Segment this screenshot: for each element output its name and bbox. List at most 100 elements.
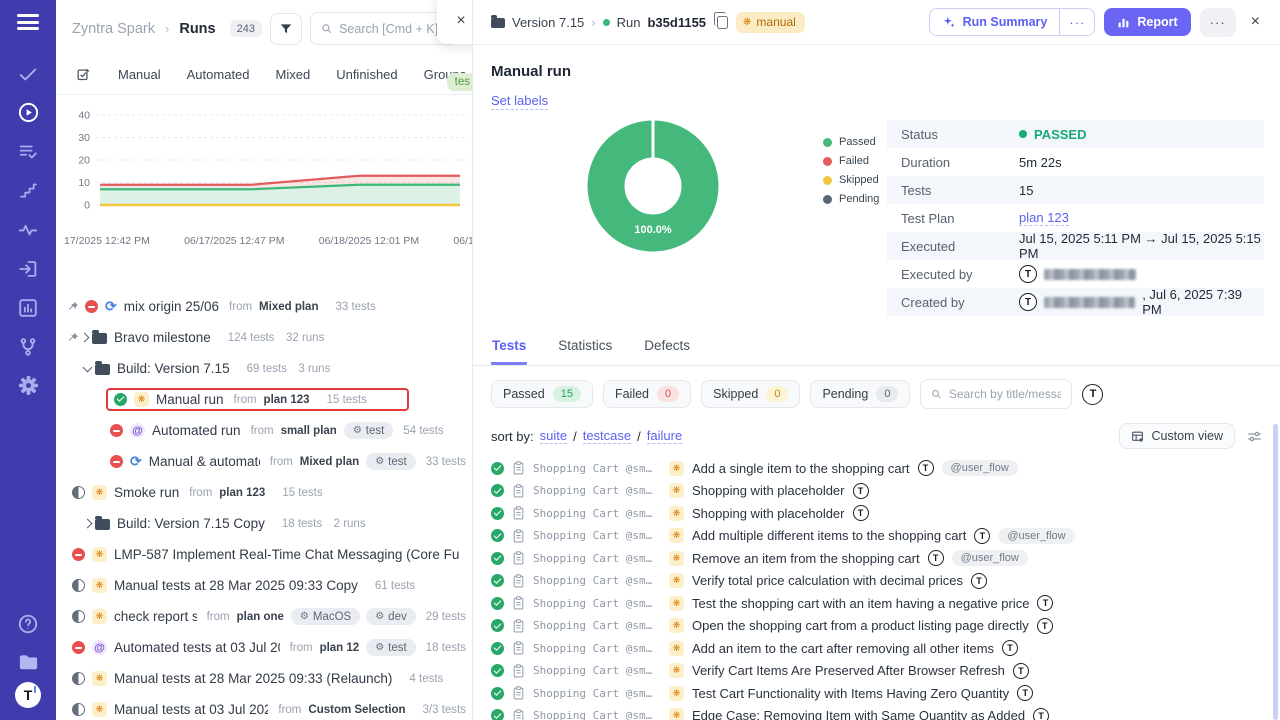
report-button[interactable]: Report bbox=[1104, 8, 1190, 36]
projects-folder-icon[interactable] bbox=[16, 651, 40, 675]
sort-testcase-link[interactable]: testcase bbox=[583, 428, 631, 444]
run-list-item[interactable]: Manual & automated run from Mixed plan t… bbox=[56, 446, 472, 477]
test-suite-name[interactable]: Shopping Cart @sm… bbox=[533, 552, 661, 565]
test-suite-name[interactable]: Shopping Cart @sm… bbox=[533, 574, 661, 587]
test-title[interactable]: Add a single item to the shopping cart bbox=[692, 461, 910, 476]
test-row[interactable]: Shopping Cart @sm… Shopping with placeho… bbox=[491, 502, 1262, 525]
run-list-item[interactable]: LMP-587 Implement Real-Time Chat Messagi… bbox=[56, 539, 472, 570]
run-plan-name[interactable]: plan 123 bbox=[219, 487, 265, 499]
plans-list-check-icon[interactable] bbox=[16, 140, 40, 164]
detail-tab[interactable]: Statistics bbox=[557, 332, 613, 365]
runs-tab[interactable]: Unfinished bbox=[323, 67, 410, 82]
sort-suite-link[interactable]: suite bbox=[540, 428, 567, 444]
assignee-avatar[interactable]: T bbox=[1082, 384, 1103, 405]
test-title[interactable]: Shopping with placeholder bbox=[692, 506, 845, 521]
detail-tab[interactable]: Defects bbox=[643, 332, 691, 365]
panel-close-button[interactable]: × bbox=[437, 0, 472, 44]
workspace-avatar[interactable]: T bbox=[15, 682, 41, 708]
run-list-item[interactable]: Manual run from plan 123 15 tests bbox=[56, 384, 472, 415]
run-list-item[interactable]: Automated tests at 03 Jul 2025 13:25 fro… bbox=[56, 632, 472, 663]
test-row[interactable]: Shopping Cart @sm… Test Cart Functionali… bbox=[491, 682, 1262, 705]
test-suite-name[interactable]: Shopping Cart @sm… bbox=[533, 687, 661, 700]
pulse-analytics-icon[interactable] bbox=[16, 218, 40, 242]
test-suite-name[interactable]: Shopping Cart @sm… bbox=[533, 709, 661, 720]
detail-tab[interactable]: Tests bbox=[491, 332, 527, 365]
settings-gear-icon[interactable] bbox=[16, 374, 40, 398]
test-title[interactable]: Add multiple different items to the shop… bbox=[692, 528, 966, 543]
branches-icon[interactable] bbox=[16, 335, 40, 359]
tests-search-input[interactable] bbox=[949, 387, 1062, 401]
sliders-icon[interactable] bbox=[1247, 430, 1262, 443]
run-list-item[interactable]: mix origin 25/06 from Mixed plan 33 test… bbox=[56, 291, 472, 322]
custom-view-button[interactable]: Custom view bbox=[1119, 423, 1235, 449]
test-title[interactable]: Add an item to the cart after removing a… bbox=[692, 641, 994, 656]
sort-failure-link[interactable]: failure bbox=[647, 428, 682, 444]
test-suite-name[interactable]: Shopping Cart @sm… bbox=[533, 619, 661, 632]
run-summary-button[interactable]: Run Summary bbox=[930, 9, 1060, 35]
tests-search[interactable] bbox=[920, 379, 1072, 409]
copy-run-id-icon[interactable] bbox=[717, 16, 728, 29]
run-list-item[interactable]: Smoke run from plan 123 15 tests bbox=[56, 477, 472, 508]
run-list-item[interactable]: Manual tests at 28 Mar 2025 09:33 Copy f… bbox=[56, 570, 472, 601]
run-folder-name[interactable]: Version 7.15 bbox=[512, 15, 584, 30]
test-title[interactable]: Remove an item from the shopping cart bbox=[692, 551, 920, 566]
help-icon[interactable] bbox=[16, 612, 40, 636]
hamburger-menu-icon[interactable] bbox=[17, 14, 39, 30]
test-row[interactable]: Shopping Cart @sm… Add a single item to … bbox=[491, 457, 1262, 480]
run-list-item[interactable]: Build: Version 7.15 Copy from 18 tests 2… bbox=[56, 508, 472, 539]
test-title[interactable]: Shopping with placeholder bbox=[692, 483, 845, 498]
run-summary-more-button[interactable]: ··· bbox=[1059, 9, 1094, 35]
test-title[interactable]: Open the shopping cart from a product li… bbox=[692, 618, 1029, 633]
test-suite-name[interactable]: Shopping Cart @sm… bbox=[533, 462, 661, 475]
run-plan-name[interactable]: small plan bbox=[281, 425, 337, 437]
run-plan-name[interactable]: Mixed plan bbox=[259, 301, 318, 313]
tag-filter-chip[interactable]: tes bbox=[447, 73, 472, 91]
test-suite-name[interactable]: Shopping Cart @sm… bbox=[533, 642, 661, 655]
run-list-item[interactable]: Build: Version 7.15 from 69 tests 3 runs bbox=[56, 353, 472, 384]
status-filter-chip[interactable]: Pending 0 bbox=[810, 380, 910, 408]
test-row[interactable]: Shopping Cart @sm… Add multiple differen… bbox=[491, 525, 1262, 548]
filter-button[interactable] bbox=[270, 13, 302, 45]
test-row[interactable]: Shopping Cart @sm… Add an item to the ca… bbox=[491, 637, 1262, 660]
test-row[interactable]: Shopping Cart @sm… Edge Case: Removing I… bbox=[491, 705, 1262, 720]
runs-play-icon[interactable] bbox=[16, 101, 40, 125]
test-row[interactable]: Shopping Cart @sm… Test the shopping car… bbox=[491, 592, 1262, 615]
run-list-item[interactable]: Manual tests at 03 Jul 2025 12:08 from C… bbox=[56, 694, 472, 720]
runs-search-input[interactable] bbox=[339, 22, 447, 36]
test-row[interactable]: Shopping Cart @sm… Open the shopping car… bbox=[491, 615, 1262, 638]
runs-search[interactable] bbox=[310, 12, 458, 45]
test-suite-name[interactable]: Shopping Cart @sm… bbox=[533, 529, 661, 542]
status-filter-chip[interactable]: Skipped 0 bbox=[701, 380, 800, 408]
close-detail-icon[interactable]: × bbox=[1245, 11, 1266, 33]
more-options-button[interactable]: ··· bbox=[1200, 8, 1236, 37]
test-suite-name[interactable]: Shopping Cart @sm… bbox=[533, 507, 661, 520]
run-list-item[interactable]: check report sharing from plan one MacOS… bbox=[56, 601, 472, 632]
reports-chart-icon[interactable] bbox=[16, 296, 40, 320]
test-row[interactable]: Shopping Cart @sm… Verify Cart Items Are… bbox=[491, 660, 1262, 683]
test-title[interactable]: Verify total price calculation with deci… bbox=[692, 573, 963, 588]
import-arrow-icon[interactable] bbox=[16, 257, 40, 281]
scrollbar[interactable] bbox=[1273, 424, 1278, 720]
runs-tab[interactable]: Manual bbox=[105, 67, 174, 82]
runs-tab[interactable]: Mixed bbox=[263, 67, 324, 82]
run-plan-name[interactable]: plan 123 bbox=[264, 394, 310, 406]
run-plan-name[interactable]: Mixed plan bbox=[300, 456, 359, 468]
test-suite-name[interactable]: Shopping Cart @sm… bbox=[533, 597, 661, 610]
test-title[interactable]: Verify Cart Items Are Preserved After Br… bbox=[692, 663, 1005, 678]
run-plan-name[interactable]: plan 12 bbox=[320, 642, 360, 654]
breadcrumb-app[interactable]: Zyntra Spark bbox=[72, 21, 155, 37]
test-title[interactable]: Test Cart Functionality with Items Havin… bbox=[692, 686, 1009, 701]
test-row[interactable]: Shopping Cart @sm… Shopping with placeho… bbox=[491, 480, 1262, 503]
run-plan-name[interactable]: plan one bbox=[237, 611, 284, 623]
test-title[interactable]: Edge Case: Removing Item with Same Quant… bbox=[692, 708, 1025, 720]
runs-tab[interactable]: Automated bbox=[174, 67, 263, 82]
set-labels-link[interactable]: Set labels bbox=[491, 93, 548, 110]
status-filter-chip[interactable]: Passed 15 bbox=[491, 380, 593, 408]
test-title[interactable]: Test the shopping cart with an item havi… bbox=[692, 596, 1029, 611]
steps-icon[interactable] bbox=[16, 179, 40, 203]
test-row[interactable]: Shopping Cart @sm… Remove an item from t… bbox=[491, 547, 1262, 570]
status-filter-chip[interactable]: Failed 0 bbox=[603, 380, 691, 408]
test-suite-name[interactable]: Shopping Cart @sm… bbox=[533, 484, 661, 497]
test-suite-name[interactable]: Shopping Cart @sm… bbox=[533, 664, 661, 677]
run-list-item[interactable]: Bravo milestone from 124 tests 32 runs bbox=[56, 322, 472, 353]
